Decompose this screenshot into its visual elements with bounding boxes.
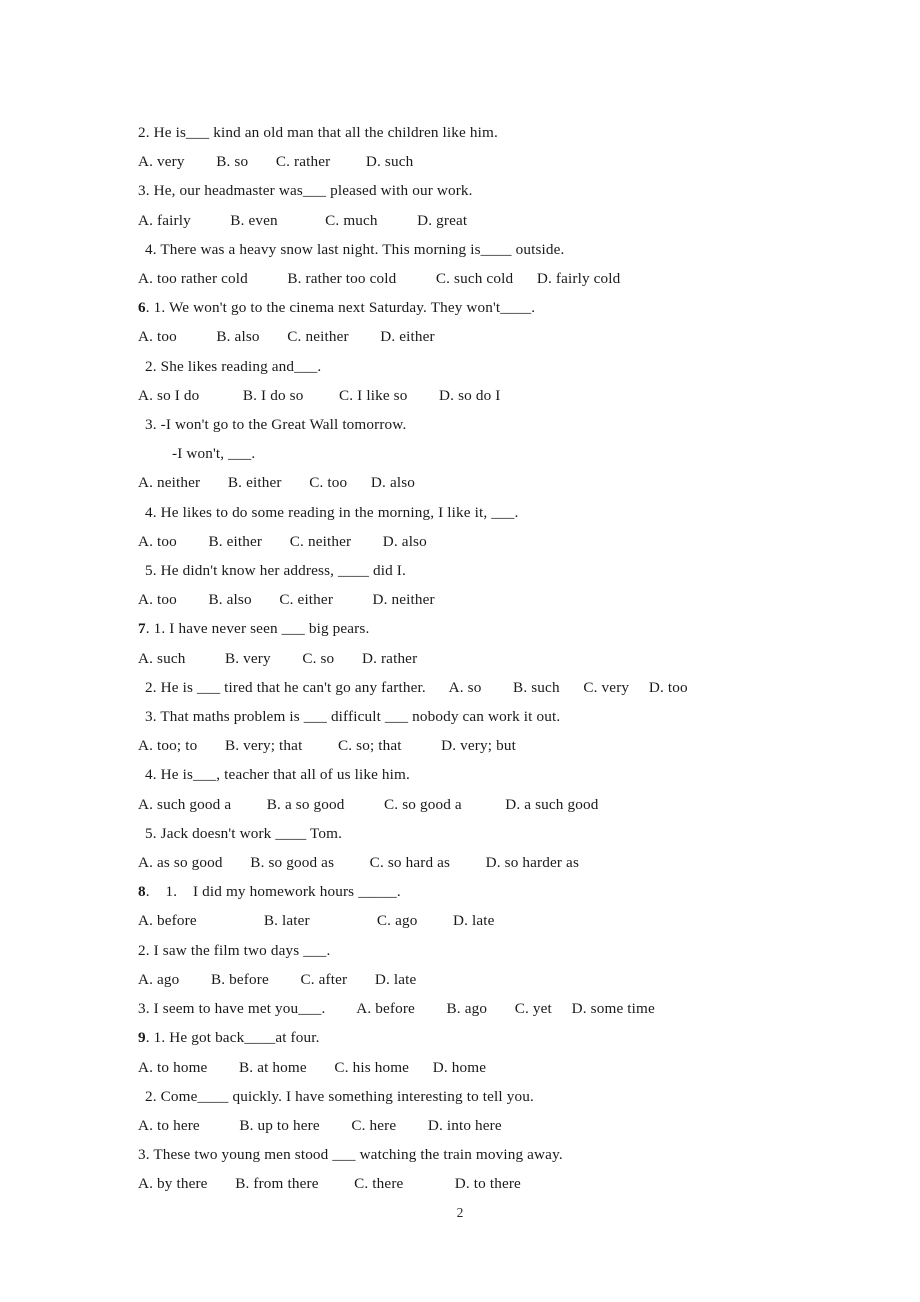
document-line: A. too B. also C. either D. neither [138,585,868,614]
line-text: 4. He is___, teacher that all of us like… [145,766,410,784]
line-text: . 1. He got back____at four. [145,1029,320,1047]
section-number: 9 [138,1029,146,1047]
line-text: A. to home B. at home C. his home D. hom… [138,1058,487,1076]
section-number: 6 [138,299,146,317]
section-number: 7 [138,620,146,638]
line-text: 3. -I won't go to the Great Wall tomorro… [145,416,407,434]
document-line: A. ago B. before C. after D. late [138,965,868,994]
line-text: . 1. I did my homework hours _____. [145,883,401,901]
line-text: 4. There was a heavy snow last night. Th… [145,240,565,258]
section-number: 8 [138,883,146,901]
line-text: A. by there B. from there C. there D. to… [138,1175,521,1193]
line-text: 3. I seem to have met you___. A. before … [138,1000,655,1018]
document-line: A. to home B. at home C. his home D. hom… [138,1053,868,1082]
line-text: 2. She likes reading and___. [145,357,322,375]
document-line: A. such B. very C. so D. rather [138,644,868,673]
page-number: 2 [456,1205,464,1220]
document-line: A. too rather cold B. rather too cold C.… [138,264,868,293]
document-line: A. too B. either C. neither D. also [138,527,868,556]
document-line: A. very B. so C. rather D. such [138,147,868,176]
document-line: A. as so good B. so good as C. so hard a… [138,848,868,877]
line-text: A. to here B. up to here C. here D. into… [138,1116,502,1134]
document-line: A. neither B. either C. too D. also [138,468,868,497]
line-text: A. neither B. either C. too D. also [138,474,416,492]
document-line: A. fairly B. even C. much D. great [138,206,868,235]
document-line: 4. He likes to do some reading in the mo… [138,498,868,527]
document-line: 3. He, our headmaster was___ pleased wit… [138,176,868,205]
document-line: 3. I seem to have met you___. A. before … [138,994,868,1023]
line-text: A. too B. also C. neither D. either [138,328,435,346]
document-line: 2. She likes reading and___. [138,352,868,381]
line-text: . 1. I have never seen ___ big pears. [145,620,370,638]
line-text: 3. These two young men stood ___ watchin… [138,1146,563,1164]
line-text: A. too B. either C. neither D. also [138,532,427,550]
line-text: 2. He is ___ tired that he can't go any … [145,678,688,696]
document-line: 3. These two young men stood ___ watchin… [138,1140,868,1169]
line-text: -I won't, ___. [172,445,256,463]
line-text: 5. He didn't know her address, ____ did … [145,562,406,580]
line-text: A. too; to B. very; that C. so; that D. … [138,737,516,755]
line-text: A. ago B. before C. after D. late [138,970,417,988]
document-line: A. so I do B. I do so C. I like so D. so… [138,381,868,410]
line-text: A. fairly B. even C. much D. great [138,211,468,229]
line-text: 2. Come____ quickly. I have something in… [145,1087,534,1105]
line-text: A. such B. very C. so D. rather [138,649,418,667]
section-heading-line: 6. 1. We won't go to the cinema next Sat… [138,293,868,322]
document-line: 2. He is___ kind an old man that all the… [138,118,868,147]
line-text: A. as so good B. so good as C. so hard a… [138,854,580,872]
line-text: A. too rather cold B. rather too cold C.… [138,270,621,288]
document-line: A. too; to B. very; that C. so; that D. … [138,731,868,760]
section-heading-line: 9. 1. He got back____at four. [138,1023,868,1052]
line-text: . 1. We won't go to the cinema next Satu… [145,299,536,317]
document-line: 4. He is___, teacher that all of us like… [138,760,868,789]
document-line: 2. He is ___ tired that he can't go any … [138,673,868,702]
line-text: A. such good a B. a so good C. so good a… [138,795,599,813]
document-line: A. such good a B. a so good C. so good a… [138,790,868,819]
document-body: 2. He is___ kind an old man that all the… [138,118,868,1199]
document-line: 2. I saw the film two days ___. [138,936,868,965]
document-line: 3. That maths problem is ___ difficult _… [138,702,868,731]
line-text: 5. Jack doesn't work ____ Tom. [145,824,343,842]
line-text: 3. That maths problem is ___ difficult _… [145,708,561,726]
document-line: 3. -I won't go to the Great Wall tomorro… [138,410,868,439]
document-line: A. by there B. from there C. there D. to… [138,1169,868,1198]
section-heading-line: 7. 1. I have never seen ___ big pears. [138,614,868,643]
document-line: A. to here B. up to here C. here D. into… [138,1111,868,1140]
line-text: 2. He is___ kind an old man that all the… [138,124,498,141]
line-text: 2. I saw the film two days ___. [138,941,331,959]
document-line: 5. He didn't know her address, ____ did … [138,556,868,585]
line-text: A. very B. so C. rather D. such [138,153,414,171]
line-text: 3. He, our headmaster was___ pleased wit… [138,182,473,200]
document-page: 2. He is___ kind an old man that all the… [0,0,920,1302]
document-line: -I won't, ___. [138,439,868,468]
document-line: A. too B. also C. neither D. either [138,322,868,351]
line-text: A. too B. also C. either D. neither [138,591,435,609]
document-line: A. before B. later C. ago D. late [138,906,868,935]
document-line: 2. Come____ quickly. I have something in… [138,1082,868,1111]
line-text: A. so I do B. I do so C. I like so D. so… [138,386,501,404]
section-heading-line: 8. 1. I did my homework hours _____. [138,877,868,906]
document-line: 4. There was a heavy snow last night. Th… [138,235,868,264]
line-text: 4. He likes to do some reading in the mo… [145,503,519,521]
line-text: A. before B. later C. ago D. late [138,912,495,930]
document-line: 5. Jack doesn't work ____ Tom. [138,819,868,848]
